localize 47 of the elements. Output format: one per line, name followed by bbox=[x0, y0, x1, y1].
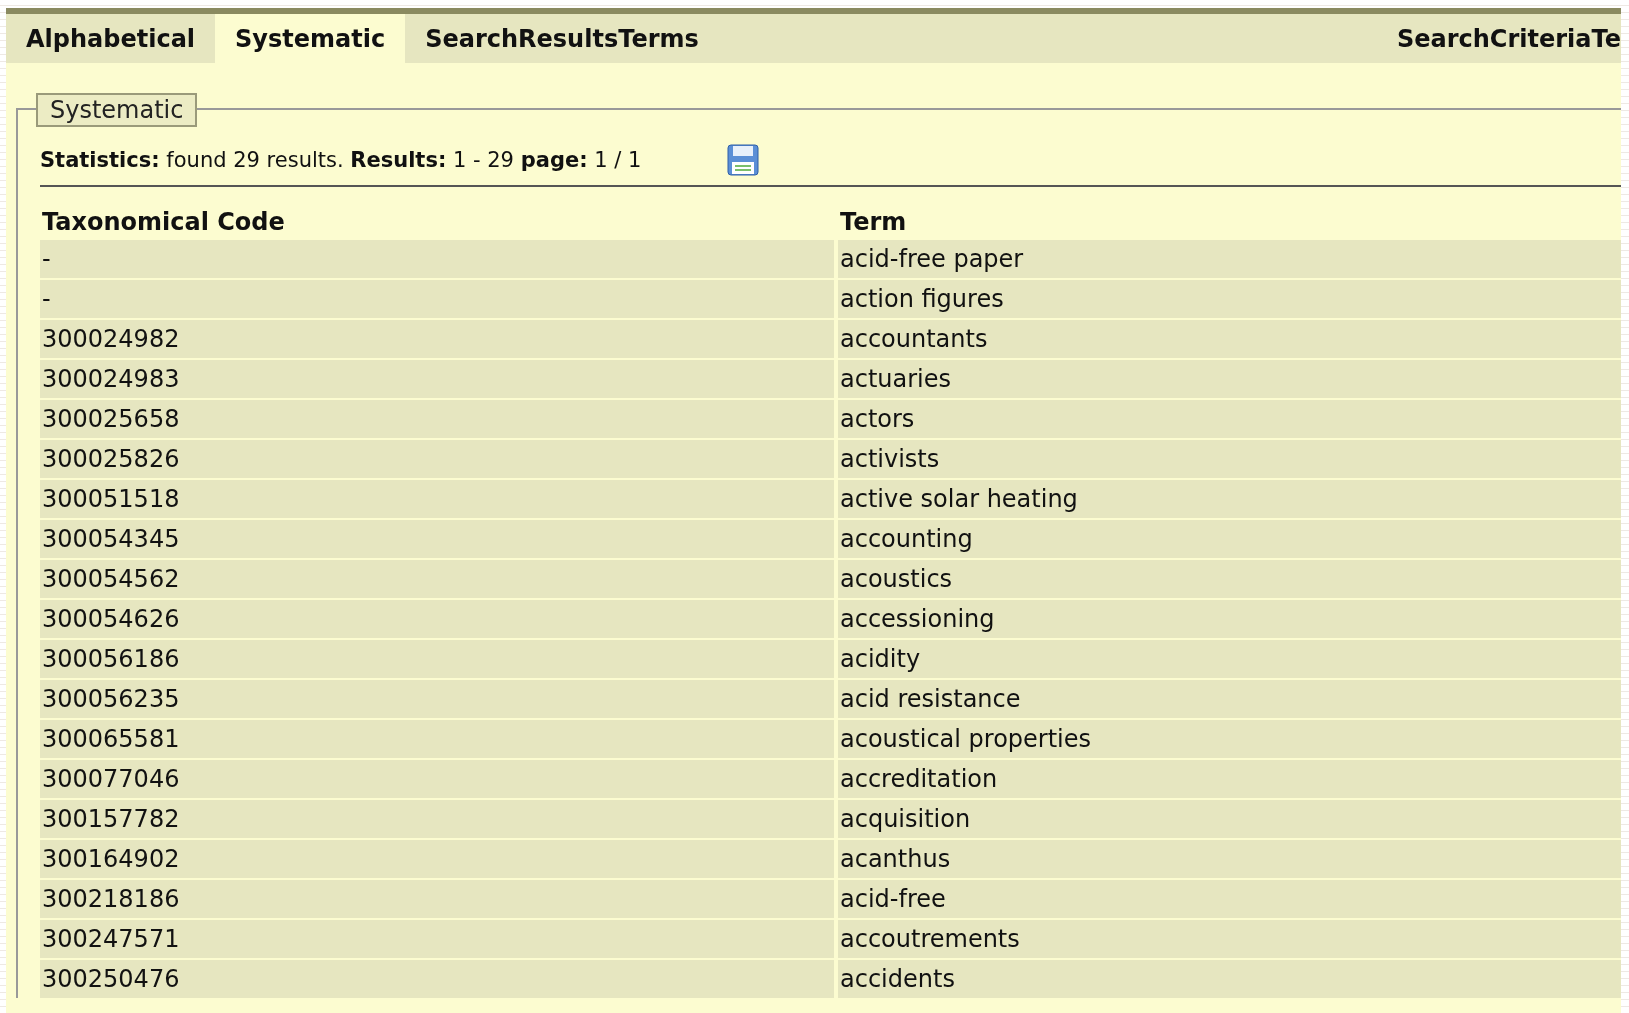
table-cell: 300065581 bbox=[40, 720, 834, 758]
table-cell: acid-free paper bbox=[838, 240, 1621, 278]
table-cell: 300218186 bbox=[40, 880, 834, 918]
table-cell: acid-free bbox=[838, 880, 1621, 918]
tab[interactable]: Systematic bbox=[215, 14, 406, 63]
table-cell: active solar heating bbox=[838, 480, 1621, 518]
table-cell: acidity bbox=[838, 640, 1621, 678]
table-cell: 300054345 bbox=[40, 520, 834, 558]
tab[interactable]: Alphabetical bbox=[6, 14, 216, 63]
table-cell: acanthus bbox=[838, 840, 1621, 878]
table-cell: - bbox=[40, 280, 834, 318]
table-cell: - bbox=[40, 240, 834, 278]
column-header: Term bbox=[839, 206, 908, 238]
table-cell: activists bbox=[838, 440, 1621, 478]
table-cell: accounting bbox=[838, 520, 1621, 558]
table-cell: 300056186 bbox=[40, 640, 834, 678]
table-cell: acid resistance bbox=[838, 680, 1621, 718]
statistics-text: Statistics: found 29 results. Results: 1 - 29 page: 1 / 1 bbox=[40, 148, 642, 172]
table-cell: accessioning bbox=[838, 600, 1621, 638]
table-cell: 300077046 bbox=[40, 760, 834, 798]
panel-legend: Systematic bbox=[36, 93, 198, 127]
table-cell: acoustics bbox=[838, 560, 1621, 598]
table-cell: 300054626 bbox=[40, 600, 834, 638]
table-cell: 300025658 bbox=[40, 400, 834, 438]
table-cell: 300024983 bbox=[40, 360, 834, 398]
table-cell: acoustical properties bbox=[838, 720, 1621, 758]
table-cell: 300247571 bbox=[40, 920, 834, 958]
table-cell: accidents bbox=[838, 960, 1621, 998]
tab[interactable]: SearchCriteriaTe bbox=[1376, 14, 1621, 63]
column-header: Taxonomical Code bbox=[41, 206, 286, 238]
table-cell: 300250476 bbox=[40, 960, 834, 998]
table-cell: 300051518 bbox=[40, 480, 834, 518]
table-cell: actuaries bbox=[838, 360, 1621, 398]
table-cell: 300054562 bbox=[40, 560, 834, 598]
table-cell: 300164902 bbox=[40, 840, 834, 878]
table-cell: 300056235 bbox=[40, 680, 834, 718]
table-cell: actors bbox=[838, 400, 1621, 438]
table-cell: action figures bbox=[838, 280, 1621, 318]
table-cell: 300025826 bbox=[40, 440, 834, 478]
table-cell: accountants bbox=[838, 320, 1621, 358]
table-cell: accreditation bbox=[838, 760, 1621, 798]
table-cell: accoutrements bbox=[838, 920, 1621, 958]
table-cell: acquisition bbox=[838, 800, 1621, 838]
table-cell: 300024982 bbox=[40, 320, 834, 358]
tab[interactable]: SearchResultsTerms bbox=[405, 14, 719, 63]
save-icon[interactable] bbox=[727, 144, 760, 176]
table-cell: 300157782 bbox=[40, 800, 834, 838]
